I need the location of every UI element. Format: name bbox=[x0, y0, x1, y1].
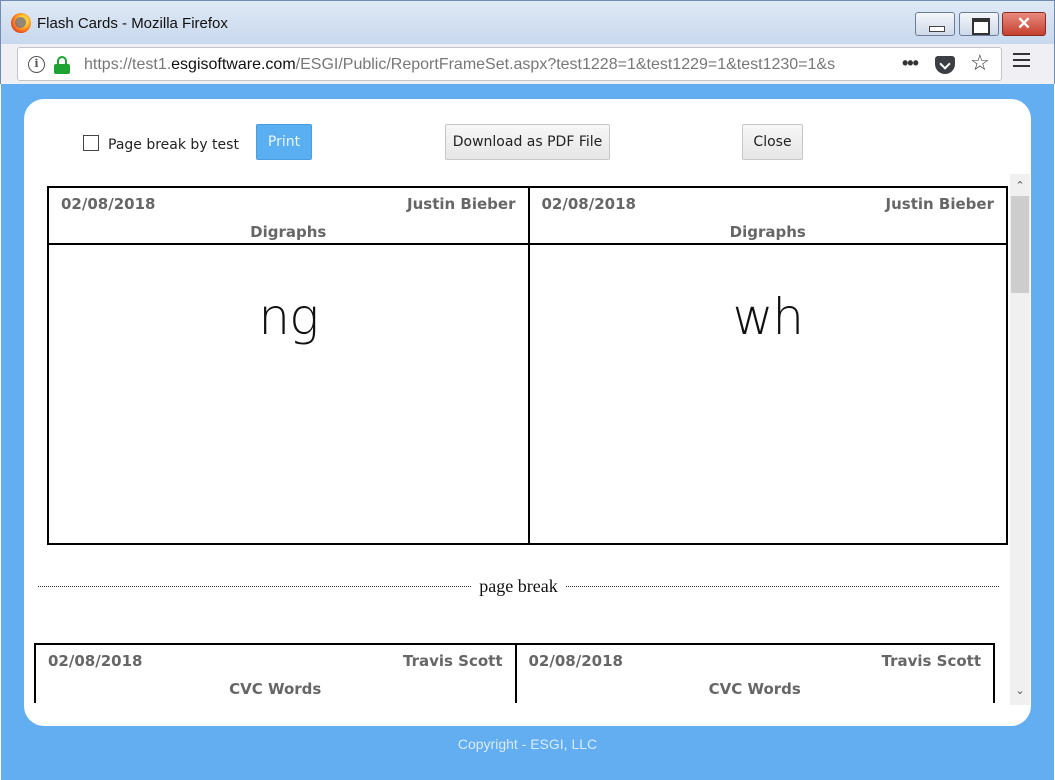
maximize-button[interactable] bbox=[959, 12, 999, 36]
report-modal: Page break by test Print Download as PDF… bbox=[24, 99, 1031, 726]
card-divider bbox=[49, 243, 528, 245]
window-titlebar: Flash Cards - Mozilla Firefox ✕ bbox=[0, 0, 1055, 44]
firefox-logo-icon bbox=[11, 13, 31, 33]
card-test-name: CVC Words bbox=[229, 680, 322, 698]
card-student-name: Justin Bieber bbox=[885, 195, 994, 213]
scroll-down-icon[interactable]: ⌄ bbox=[1010, 681, 1030, 701]
hamburger-menu-icon[interactable] bbox=[1013, 53, 1030, 69]
page-break-text: page break bbox=[471, 576, 566, 597]
scrollbar-thumb[interactable] bbox=[1011, 196, 1029, 293]
card-word: wh bbox=[732, 288, 804, 346]
lock-icon[interactable] bbox=[54, 56, 70, 74]
page-break-label[interactable]: Page break by test bbox=[108, 137, 239, 153]
address-bar[interactable]: i https://test1.esgisoftware.com/ESGI/Pu… bbox=[17, 47, 1002, 81]
card-date: 02/08/2018 bbox=[48, 652, 143, 670]
url-fade bbox=[858, 50, 898, 78]
more-dots-icon[interactable]: ••• bbox=[902, 53, 919, 74]
minimize-button[interactable] bbox=[915, 12, 955, 36]
page-break-checkbox[interactable] bbox=[83, 135, 99, 151]
page-background: Page break by test Print Download as PDF… bbox=[1, 84, 1054, 780]
page-break: page break bbox=[38, 574, 999, 598]
pocket-icon[interactable] bbox=[935, 56, 955, 74]
card-date: 02/08/2018 bbox=[528, 652, 623, 670]
url-host: esgisoftware.com bbox=[171, 56, 296, 73]
url-text[interactable]: https://test1.esgisoftware.com/ESGI/Publ… bbox=[84, 56, 892, 74]
flash-card-row: 02/08/2018 Justin Bieber Digraphs ng 02/… bbox=[47, 186, 1008, 545]
card-student-name: Justin Bieber bbox=[407, 195, 516, 213]
window-title: Flash Cards - Mozilla Firefox bbox=[37, 15, 228, 32]
flash-card: 02/08/2018 Justin Bieber Digraphs ng bbox=[49, 188, 528, 543]
flash-card-row: 02/08/2018 Travis Scott CVC Words 02/08/… bbox=[34, 643, 995, 703]
vertical-scrollbar[interactable]: ⌃ ⌄ bbox=[1010, 174, 1030, 705]
copyright-text: Copyright - ESGI, LLC bbox=[457, 736, 598, 752]
close-icon: ✕ bbox=[1016, 14, 1032, 33]
card-test-name: CVC Words bbox=[708, 680, 801, 698]
scroll-up-icon[interactable]: ⌃ bbox=[1010, 176, 1030, 196]
card-student-name: Travis Scott bbox=[881, 652, 981, 670]
flash-card: 02/08/2018 Travis Scott CVC Words bbox=[514, 645, 994, 703]
star-icon[interactable]: ☆ bbox=[970, 50, 990, 76]
card-divider bbox=[529, 243, 1006, 245]
url-prefix: https://test1. bbox=[84, 56, 172, 73]
window-close-button[interactable]: ✕ bbox=[1002, 12, 1046, 36]
flash-card: 02/08/2018 Travis Scott CVC Words bbox=[36, 645, 515, 703]
print-button[interactable]: Print bbox=[256, 124, 312, 160]
close-button[interactable]: Close bbox=[742, 124, 803, 160]
card-student-name: Travis Scott bbox=[402, 652, 503, 670]
card-date: 02/08/2018 bbox=[541, 195, 636, 213]
info-icon[interactable]: i bbox=[28, 56, 45, 73]
card-test-name: Digraphs bbox=[729, 223, 806, 241]
navigation-bar: i https://test1.esgisoftware.com/ESGI/Pu… bbox=[0, 44, 1055, 84]
download-pdf-button[interactable]: Download as PDF File bbox=[445, 124, 610, 160]
card-date: 02/08/2018 bbox=[61, 195, 156, 213]
flash-card: 02/08/2018 Justin Bieber Digraphs wh bbox=[527, 188, 1006, 543]
report-scroll-area[interactable]: 02/08/2018 Justin Bieber Digraphs ng 02/… bbox=[24, 174, 1031, 726]
url-path: /ESGI/Public/ReportFrameSet.aspx?test122… bbox=[295, 56, 836, 73]
card-test-name: Digraphs bbox=[250, 223, 327, 241]
card-word: ng bbox=[258, 288, 319, 346]
